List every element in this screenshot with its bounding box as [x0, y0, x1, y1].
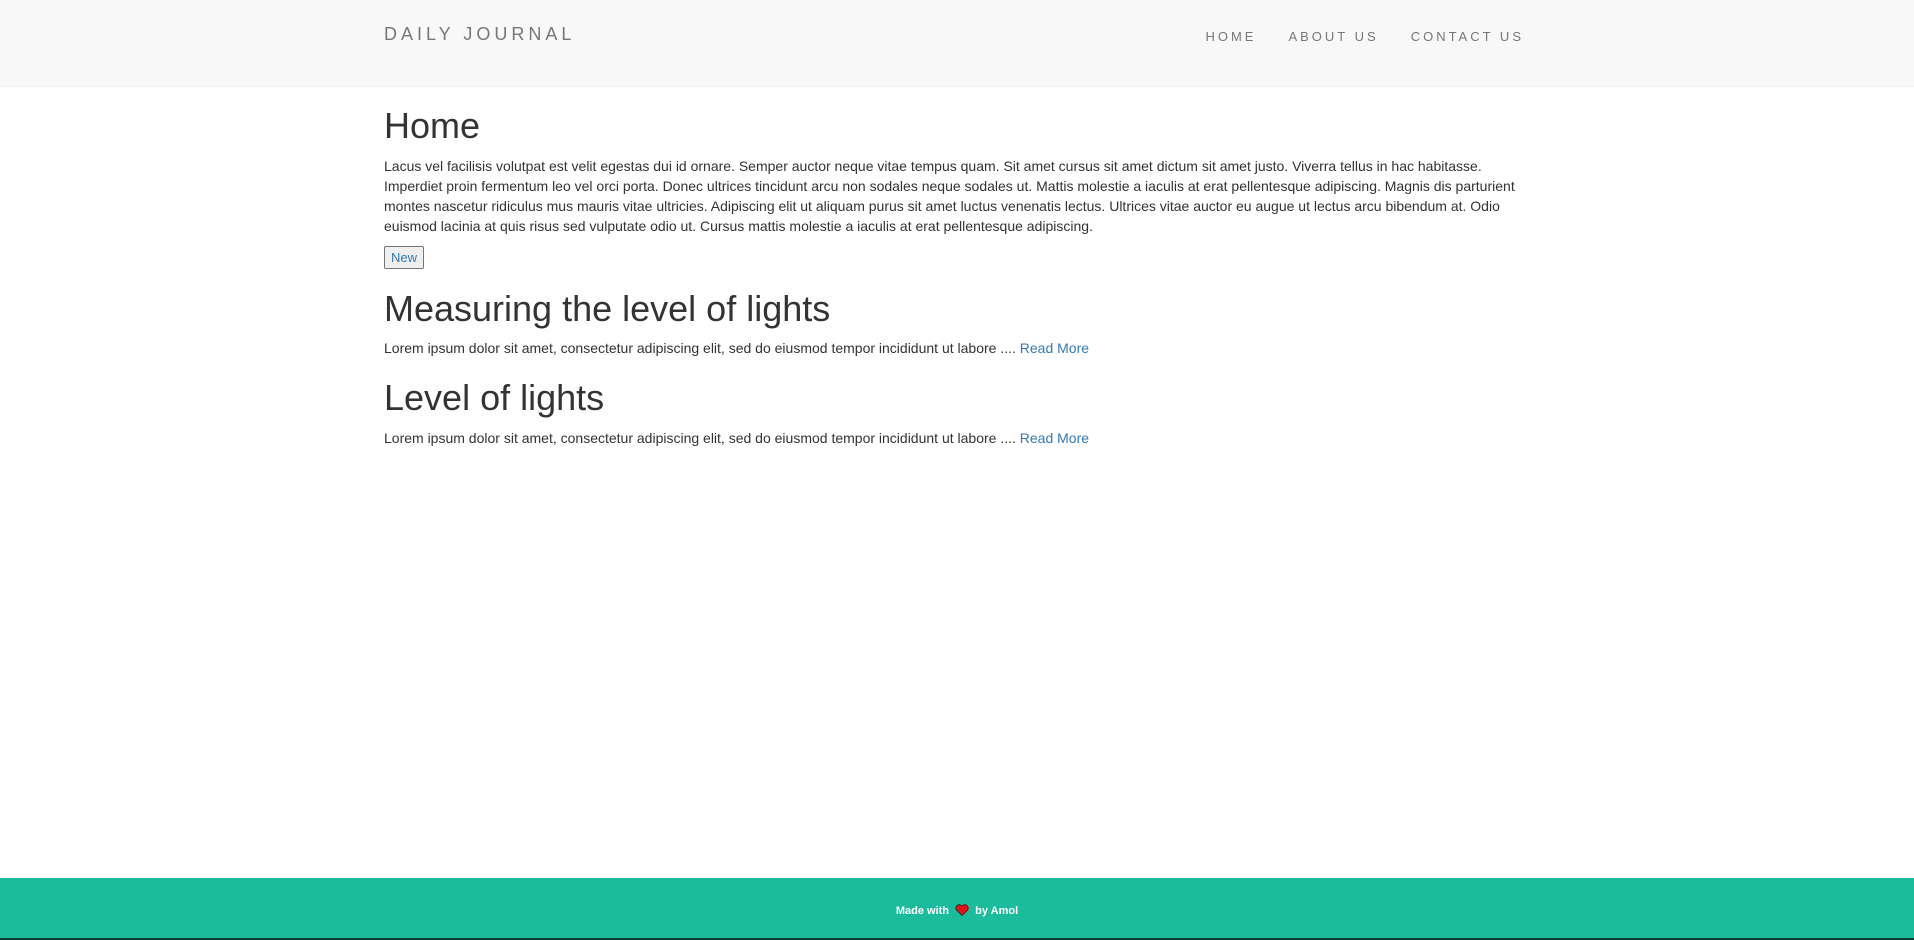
post-excerpt-paragraph: Lorem ipsum dolor sit amet, consectetur …	[384, 428, 1520, 448]
nav-item-home: HOME	[1205, 28, 1256, 46]
read-more-link[interactable]: Read More	[1020, 340, 1089, 356]
navbar: DAILY JOURNAL HOME ABOUT US CONTACT US	[0, 0, 1914, 87]
main-content: Home Lacus vel facilisis volutpat est ve…	[384, 86, 1520, 458]
intro-paragraph: Lacus vel facilisis volutpat est velit e…	[384, 157, 1515, 234]
nav-item-contact-us: CONTACT US	[1411, 28, 1524, 46]
post-excerpt-paragraph: Lorem ipsum dolor sit amet, consectetur …	[384, 338, 1520, 358]
post-item: Measuring the level of lights Lorem ipsu…	[384, 287, 1520, 359]
post-item: Level of lights Lorem ipsum dolor sit am…	[384, 378, 1520, 448]
heart-icon	[955, 904, 969, 919]
post-title: Measuring the level of lights	[384, 287, 831, 329]
nav-item-about-us: ABOUT US	[1288, 28, 1378, 46]
page-title: Home	[384, 105, 481, 146]
brand-logo[interactable]: DAILY JOURNAL	[384, 24, 575, 45]
nav-link-about-us[interactable]: ABOUT US	[1288, 29, 1378, 44]
footer-credit: Made with by Amol	[0, 904, 1914, 919]
post-title: Level of lights	[384, 377, 605, 419]
post-excerpt: Lorem ipsum dolor sit amet, consectetur …	[384, 429, 1016, 446]
nav-link-contact-us[interactable]: CONTACT US	[1411, 29, 1524, 44]
post-excerpt: Lorem ipsum dolor sit amet, consectetur …	[384, 340, 1016, 357]
nav-menu: HOME ABOUT US CONTACT US	[1205, 28, 1524, 46]
new-post-button[interactable]: New	[384, 245, 425, 269]
footer: Made with by Amol	[0, 878, 1914, 940]
nav-link-home[interactable]: HOME	[1205, 29, 1256, 44]
footer-made-with: Made with	[895, 905, 950, 917]
read-more-link[interactable]: Read More	[1020, 430, 1089, 446]
footer-author: by Amol	[975, 905, 1019, 917]
